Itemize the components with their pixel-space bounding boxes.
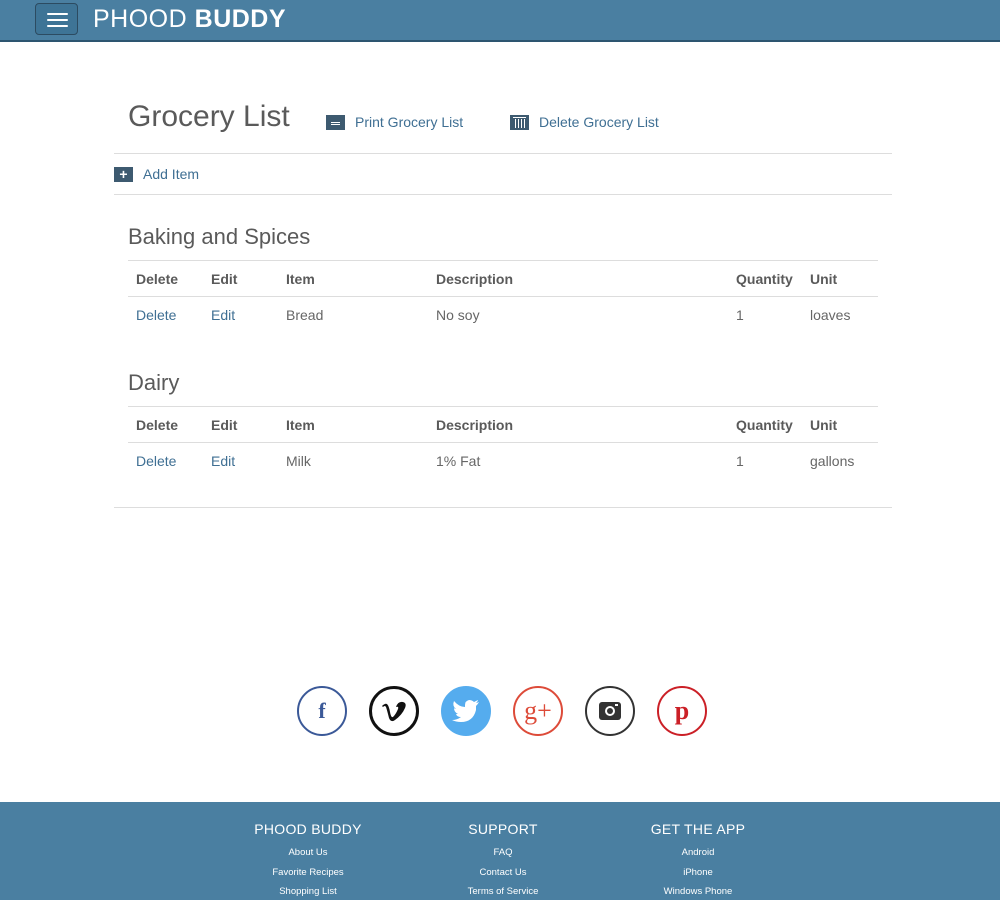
col-header-edit: Edit [203, 406, 278, 443]
col-header-item: Item [278, 406, 428, 443]
social-links: f g+ p [297, 686, 707, 736]
vimeo-glyph [382, 701, 406, 722]
footer-heading: SUPPORT [468, 821, 538, 837]
col-header-unit: Unit [802, 260, 878, 297]
site-footer: PHOOD BUDDY About Us Favorite Recipes Sh… [0, 802, 1000, 900]
footer-heading: GET THE APP [650, 821, 746, 837]
quantity-cell: 1 [736, 306, 744, 323]
google-plus-icon[interactable]: g+ [513, 686, 563, 736]
table-row: Delete Edit Milk 1% Fat 1 gallons [128, 443, 878, 479]
footer-link-windows-phone[interactable]: Windows Phone [598, 882, 798, 900]
divider [114, 153, 892, 154]
col-header-unit: Unit [802, 406, 878, 443]
brand-logo[interactable]: PHOOD BUDDY [93, 5, 286, 33]
hamburger-menu-button[interactable] [35, 3, 78, 35]
col-header-delete: Delete [128, 406, 203, 443]
footer-column-phood-buddy: PHOOD BUDDY About Us Favorite Recipes Sh… [208, 821, 408, 900]
delete-grocery-list-label: Delete Grocery List [539, 114, 659, 130]
description-cell: 1% Fat [436, 452, 481, 469]
unit-cell: gallons [810, 452, 855, 469]
vimeo-icon[interactable] [369, 686, 419, 736]
section-title-dairy: Dairy [128, 370, 180, 395]
section-title-baking-and-spices: Baking and Spices [128, 224, 311, 249]
col-header-description: Description [428, 260, 728, 297]
footer-link-favorite-recipes[interactable]: Favorite Recipes [208, 863, 408, 883]
google-plus-glyph: g+ [524, 696, 552, 725]
divider [114, 507, 892, 508]
unit-cell: loaves [810, 306, 851, 323]
add-item-label: Add Item [143, 166, 200, 182]
camera-glyph [599, 702, 621, 720]
footer-heading: PHOOD BUDDY [254, 821, 362, 837]
edit-link[interactable]: Edit [203, 443, 278, 479]
footer-link-faq[interactable]: FAQ [403, 843, 603, 863]
pinterest-icon[interactable]: p [657, 686, 707, 736]
col-header-quantity: Quantity [728, 406, 802, 443]
divider [114, 194, 892, 195]
footer-link-terms-of-service[interactable]: Terms of Service [403, 882, 603, 900]
menu-icon-bar [47, 25, 68, 27]
edit-link[interactable]: Edit [203, 297, 278, 333]
footer-link-contact-us[interactable]: Contact Us [403, 863, 603, 883]
delete-grocery-list-button[interactable]: Delete Grocery List [510, 114, 659, 130]
col-header-quantity: Quantity [728, 260, 802, 297]
footer-link-about-us[interactable]: About Us [208, 843, 408, 863]
footer-link-shopping-list[interactable]: Shopping List [208, 882, 408, 900]
print-icon [326, 114, 345, 130]
item-cell: Milk [286, 452, 311, 469]
top-navbar: PHOOD BUDDY [0, 0, 1000, 42]
print-grocery-list-button[interactable]: Print Grocery List [326, 114, 463, 130]
item-cell: Bread [286, 306, 324, 323]
col-header-edit: Edit [203, 260, 278, 297]
menu-icon-bar [47, 19, 68, 21]
footer-column-get-the-app: GET THE APP Android iPhone Windows Phone [598, 821, 798, 900]
instagram-icon[interactable] [585, 686, 635, 736]
add-item-button[interactable]: + Add Item [114, 166, 199, 182]
page-title: Grocery List [128, 100, 290, 133]
twitter-bird-glyph [452, 700, 479, 722]
table-header-row: Delete Edit Item Description Quantity Un… [128, 406, 878, 443]
brand-light-text: PHOOD [93, 5, 188, 33]
quantity-cell: 1 [736, 452, 744, 469]
print-grocery-list-label: Print Grocery List [355, 114, 464, 130]
description-cell: No soy [436, 306, 480, 323]
footer-link-iphone[interactable]: iPhone [598, 863, 798, 883]
table-row: Delete Edit Bread No soy 1 loaves [128, 297, 878, 333]
table-header-row: Delete Edit Item Description Quantity Un… [128, 260, 878, 297]
facebook-icon[interactable]: f [297, 686, 347, 736]
footer-link-android[interactable]: Android [598, 843, 798, 863]
grocery-table-dairy: Delete Edit Item Description Quantity Un… [128, 406, 878, 479]
facebook-glyph: f [318, 698, 326, 723]
twitter-icon[interactable] [441, 686, 491, 736]
plus-icon: + [114, 166, 133, 182]
trash-icon [510, 114, 529, 130]
col-header-description: Description [428, 406, 728, 443]
menu-icon [47, 13, 68, 15]
col-header-item: Item [278, 260, 428, 297]
pinterest-glyph: p [674, 696, 690, 725]
delete-link[interactable]: Delete [128, 297, 203, 333]
delete-link[interactable]: Delete [128, 443, 203, 479]
footer-column-support: SUPPORT FAQ Contact Us Terms of Service [403, 821, 603, 900]
grocery-table-baking-and-spices: Delete Edit Item Description Quantity Un… [128, 260, 878, 333]
col-header-delete: Delete [128, 260, 203, 297]
brand-bold-text: BUDDY [194, 5, 287, 33]
